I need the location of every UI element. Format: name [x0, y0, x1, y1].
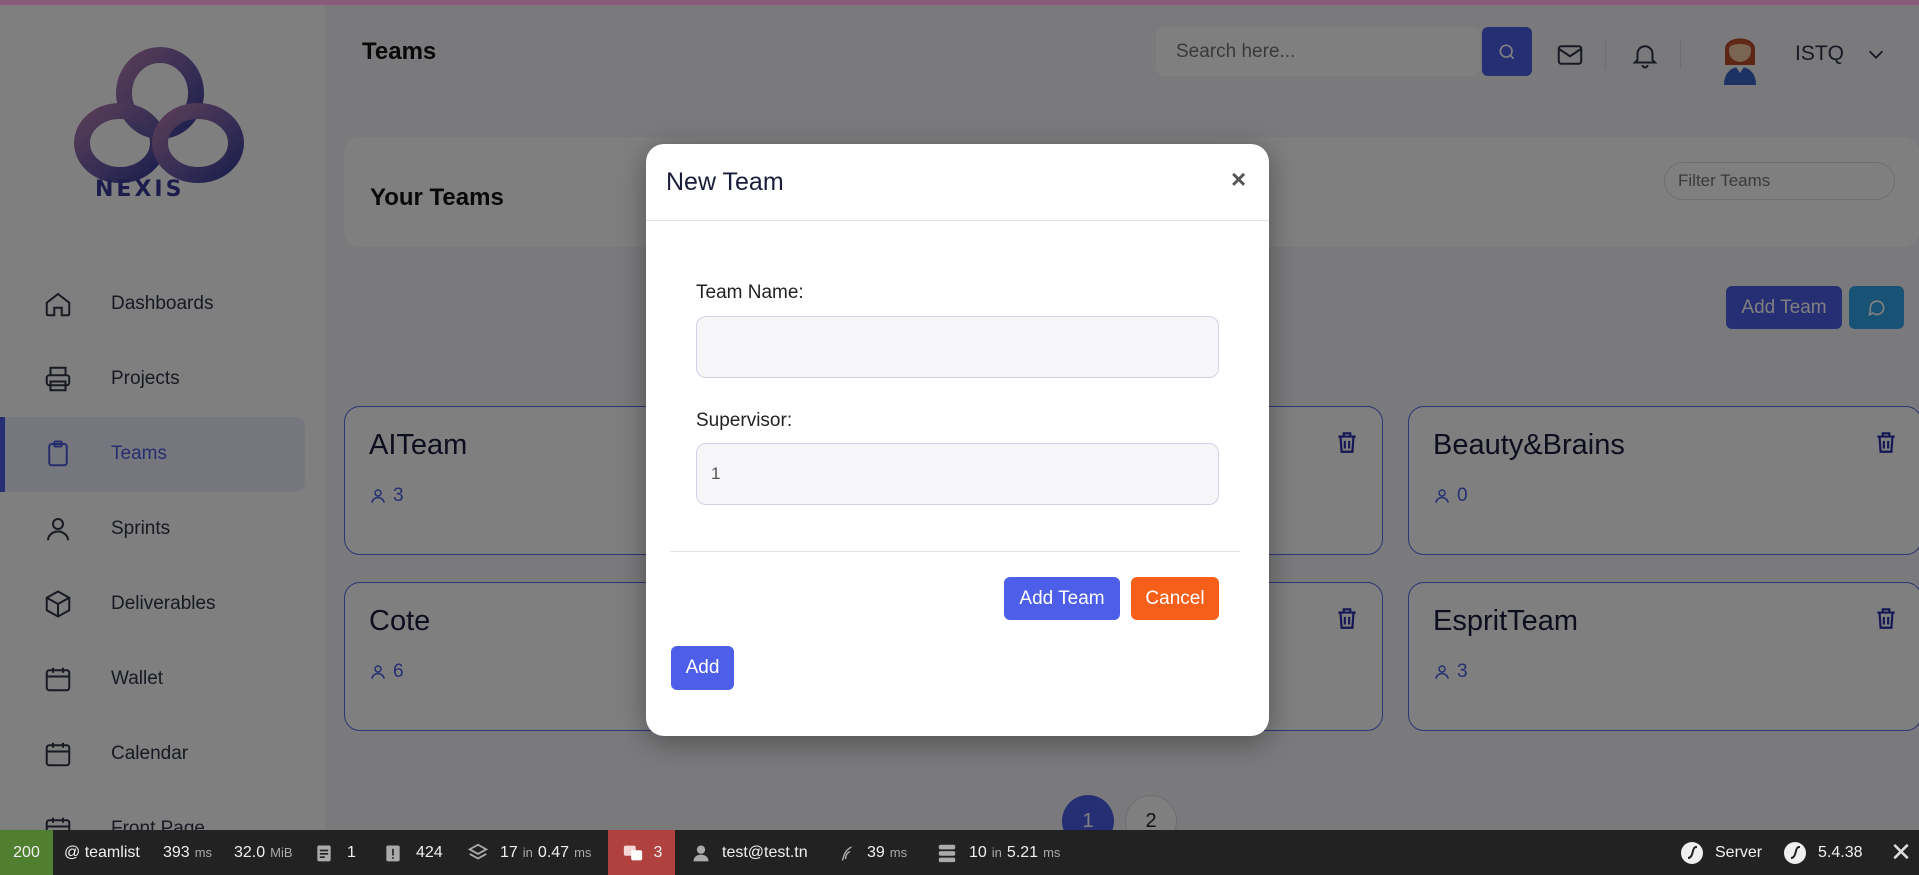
logs-item[interactable]: 424	[383, 830, 443, 875]
database-item[interactable]: 10 in 5.21 ms	[936, 830, 1060, 875]
status-code-badge[interactable]: 200	[0, 830, 53, 875]
server-label: Server	[1715, 843, 1763, 861]
db-time: 5.21	[1006, 843, 1039, 861]
cancel-button[interactable]: Cancel	[1131, 577, 1219, 620]
memory-value: 32.0	[234, 843, 266, 861]
cache-item[interactable]: 17 in 0.47 ms	[467, 830, 591, 875]
memory-item[interactable]: 32.0 MiB	[234, 830, 293, 875]
time-unit: ms	[194, 845, 213, 860]
cache-value: 17	[500, 843, 518, 861]
forms-count: 1	[347, 843, 356, 861]
layers-icon	[467, 843, 489, 860]
team-name-input[interactable]	[696, 316, 1219, 378]
render-time: 39	[867, 843, 885, 861]
user-icon	[693, 845, 709, 861]
form-icon	[317, 845, 331, 861]
twig-item[interactable]: 3	[608, 830, 675, 875]
team-name-label: Team Name:	[696, 282, 804, 303]
route-name: @ teamlist	[64, 843, 140, 861]
cache-unit: ms	[574, 845, 592, 860]
version-item[interactable]: 5.4.38	[1783, 830, 1862, 875]
twig-leaf-icon	[841, 845, 852, 861]
db-unit: ms	[1043, 845, 1061, 860]
add-team-button[interactable]: Add Team	[1004, 577, 1120, 620]
server-item[interactable]: Server	[1680, 830, 1762, 875]
render-unit: ms	[889, 845, 908, 860]
add-button[interactable]: Add	[671, 646, 734, 690]
status-code: 200	[13, 843, 40, 861]
symfony-icon	[1784, 841, 1806, 864]
new-team-modal: New Team × Team Name: Supervisor: Add Te…	[646, 144, 1269, 736]
cache-in: in	[522, 845, 533, 860]
modal-title: New Team	[666, 168, 784, 196]
user-item[interactable]: test@test.tn	[691, 830, 808, 875]
memory-unit: MiB	[270, 845, 293, 860]
close-button[interactable]: ×	[1231, 164, 1246, 195]
cache-time: 0.47	[537, 843, 570, 861]
database-icon	[938, 844, 956, 862]
debug-toolbar: 200 @ teamlist 393 ms 32.0 MiB 1 424 17 …	[0, 830, 1919, 875]
user-email: test@test.tn	[722, 843, 808, 861]
render-time-item[interactable]: 39 ms	[838, 830, 907, 875]
modal-divider	[646, 220, 1269, 221]
supervisor-label: Supervisor:	[696, 410, 793, 431]
log-icon	[386, 845, 400, 861]
logs-count: 424	[416, 843, 443, 861]
supervisor-input[interactable]	[696, 443, 1219, 505]
twig-count: 3	[653, 843, 663, 861]
db-in: in	[991, 845, 1002, 860]
db-value: 10	[969, 843, 987, 861]
route-item[interactable]: @ teamlist	[64, 830, 140, 875]
symfony-icon	[1681, 841, 1703, 864]
time-item[interactable]: 393 ms	[163, 830, 212, 875]
forms-item[interactable]: 1	[314, 830, 356, 875]
translation-icon	[623, 845, 642, 860]
close-toolbar-button[interactable]: ✕	[1883, 830, 1919, 875]
modal-divider	[670, 551, 1240, 552]
time-value: 393	[163, 843, 190, 861]
symfony-version: 5.4.38	[1818, 843, 1863, 861]
